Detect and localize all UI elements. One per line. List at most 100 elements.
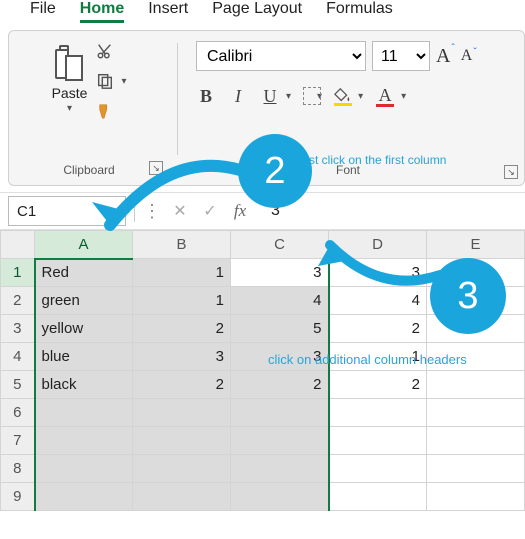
cell[interactable] bbox=[329, 483, 427, 511]
cell[interactable]: blue bbox=[35, 343, 133, 371]
name-box[interactable]: C1 ▾ bbox=[8, 196, 126, 226]
annotation-step3-text: click on additional column headers bbox=[268, 352, 467, 367]
italic-button[interactable]: I bbox=[228, 86, 248, 107]
format-painter-button[interactable] bbox=[95, 101, 115, 121]
cell[interactable] bbox=[427, 455, 525, 483]
cell[interactable]: 5 bbox=[231, 315, 329, 343]
menu-file[interactable]: File bbox=[30, 0, 56, 18]
cell[interactable]: 1 bbox=[133, 287, 231, 315]
font-color-button[interactable]: A bbox=[375, 85, 395, 106]
cell[interactable]: black bbox=[35, 371, 133, 399]
font-color-preview bbox=[376, 104, 394, 107]
row-header[interactable]: 3 bbox=[1, 315, 35, 343]
menu-page-layout[interactable]: Page Layout bbox=[212, 0, 302, 18]
cancel-button[interactable]: ✕ bbox=[169, 200, 191, 222]
select-all-corner[interactable] bbox=[1, 231, 35, 259]
col-header-A[interactable]: A bbox=[35, 231, 133, 259]
menu-home[interactable]: Home bbox=[80, 0, 124, 23]
row-header[interactable]: 9 bbox=[1, 483, 35, 511]
fill-color-button[interactable] bbox=[334, 87, 352, 105]
chevron-down-icon[interactable]: ▾ bbox=[121, 76, 126, 87]
cell[interactable] bbox=[35, 483, 133, 511]
row-header[interactable]: 5 bbox=[1, 371, 35, 399]
cell[interactable]: 1 bbox=[133, 259, 231, 287]
enter-button[interactable]: ✓ bbox=[199, 200, 221, 222]
chevron-down-icon[interactable]: ▾ bbox=[111, 204, 117, 218]
col-header-E[interactable]: E bbox=[427, 231, 525, 259]
cell[interactable] bbox=[329, 399, 427, 427]
row-header[interactable]: 6 bbox=[1, 399, 35, 427]
cell[interactable] bbox=[35, 455, 133, 483]
decrease-font-icon[interactable]: Aˇ bbox=[461, 47, 477, 65]
col-header-D[interactable]: D bbox=[329, 231, 427, 259]
cell[interactable]: green bbox=[35, 287, 133, 315]
annotation-badge-2: 2 bbox=[238, 134, 312, 208]
chevron-down-icon[interactable]: ▾ bbox=[67, 103, 72, 114]
annotation-badge-3: 3 bbox=[430, 258, 506, 334]
annotation-step2-text: first click on the first column bbox=[299, 153, 446, 167]
chevron-down-icon[interactable]: ▾ bbox=[286, 91, 291, 102]
menu-formulas[interactable]: Formulas bbox=[326, 0, 393, 18]
group-label-clipboard: Clipboard bbox=[19, 163, 159, 177]
cell[interactable] bbox=[329, 455, 427, 483]
ribbon-separator bbox=[177, 43, 178, 155]
cell[interactable]: Red bbox=[35, 259, 133, 287]
row-header[interactable]: 7 bbox=[1, 427, 35, 455]
cell[interactable]: 4 bbox=[329, 287, 427, 315]
cell[interactable] bbox=[133, 455, 231, 483]
font-dialog-launcher[interactable]: ↘ bbox=[504, 165, 518, 179]
paste-label: Paste bbox=[52, 85, 88, 101]
cell[interactable]: 2 bbox=[231, 371, 329, 399]
cell[interactable] bbox=[329, 427, 427, 455]
copy-button[interactable] bbox=[95, 71, 115, 91]
underline-button[interactable]: U bbox=[260, 86, 280, 107]
clipboard-icon bbox=[51, 43, 87, 83]
clipboard-dialog-launcher[interactable]: ↘ bbox=[149, 161, 163, 175]
cell[interactable] bbox=[35, 399, 133, 427]
menu-bar: File Home Insert Page Layout Formulas bbox=[0, 0, 525, 24]
cell[interactable] bbox=[427, 399, 525, 427]
row-header[interactable]: 8 bbox=[1, 455, 35, 483]
formula-bar-value[interactable]: 3 bbox=[259, 202, 517, 220]
cell[interactable]: 2 bbox=[329, 371, 427, 399]
cell[interactable]: 4 bbox=[231, 287, 329, 315]
cell[interactable] bbox=[133, 427, 231, 455]
cell[interactable] bbox=[133, 483, 231, 511]
paste-button[interactable]: Paste ▾ bbox=[51, 43, 87, 114]
cut-button[interactable] bbox=[95, 41, 115, 61]
cell-active[interactable]: 3 bbox=[231, 259, 329, 287]
cell[interactable] bbox=[427, 371, 525, 399]
cell[interactable]: yellow bbox=[35, 315, 133, 343]
chevron-down-icon[interactable]: ▾ bbox=[358, 91, 363, 102]
row-header[interactable]: 1 bbox=[1, 259, 35, 287]
cell[interactable]: 2 bbox=[133, 371, 231, 399]
cell[interactable] bbox=[427, 427, 525, 455]
increase-font-icon[interactable]: Aˆ bbox=[436, 45, 455, 68]
row-header[interactable]: 4 bbox=[1, 343, 35, 371]
cell[interactable]: 3 bbox=[133, 343, 231, 371]
cell[interactable] bbox=[231, 427, 329, 455]
font-name-select[interactable]: Calibri bbox=[196, 41, 366, 71]
col-header-C[interactable]: C bbox=[231, 231, 329, 259]
cell[interactable] bbox=[133, 399, 231, 427]
separator bbox=[134, 200, 135, 222]
font-size-select[interactable]: 11 bbox=[372, 41, 430, 71]
chevron-down-icon[interactable]: ▾ bbox=[401, 91, 406, 102]
cell[interactable] bbox=[231, 455, 329, 483]
ribbon-group-clipboard: Paste ▾ ▾ Clipboard ↘ bbox=[19, 41, 159, 179]
cell[interactable] bbox=[427, 483, 525, 511]
cell[interactable]: 3 bbox=[329, 259, 427, 287]
col-header-B[interactable]: B bbox=[133, 231, 231, 259]
cell[interactable]: 2 bbox=[329, 315, 427, 343]
menu-insert[interactable]: Insert bbox=[148, 0, 188, 18]
fx-button[interactable]: fx bbox=[229, 200, 251, 222]
formula-bar-options[interactable]: ⋮ bbox=[143, 206, 161, 216]
borders-button[interactable] bbox=[303, 87, 321, 105]
name-box-value: C1 bbox=[17, 203, 36, 220]
cell[interactable] bbox=[35, 427, 133, 455]
bold-button[interactable]: B bbox=[196, 86, 216, 107]
cell[interactable] bbox=[231, 483, 329, 511]
cell[interactable]: 2 bbox=[133, 315, 231, 343]
row-header[interactable]: 2 bbox=[1, 287, 35, 315]
cell[interactable] bbox=[231, 399, 329, 427]
